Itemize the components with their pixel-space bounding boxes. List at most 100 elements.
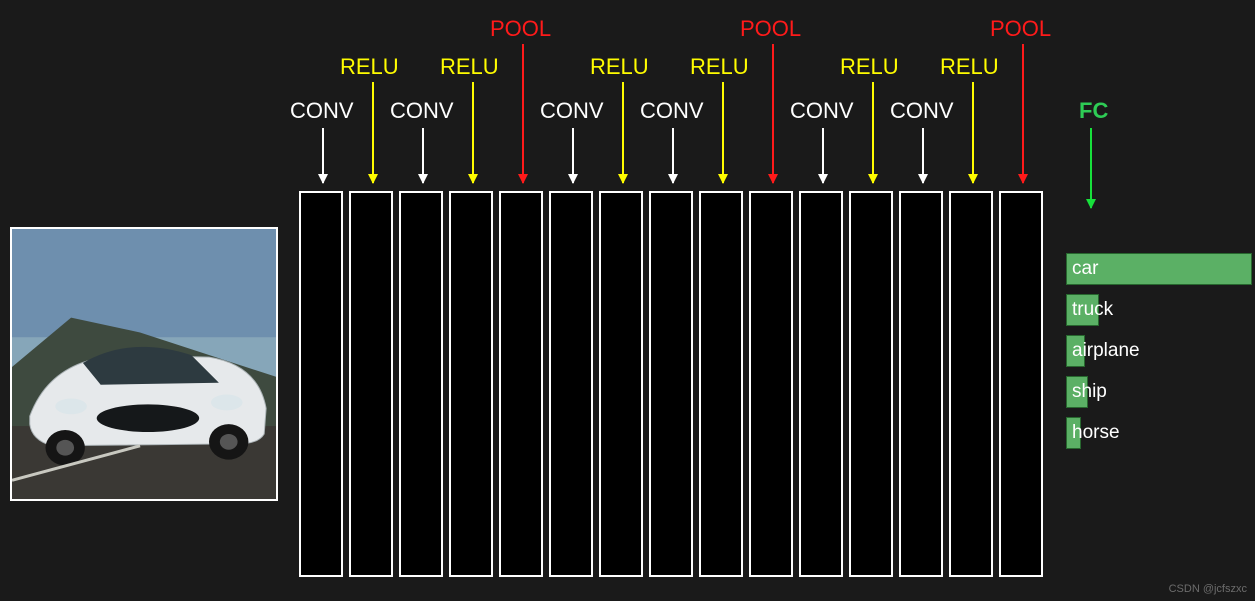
- activation-cell: [503, 385, 539, 421]
- activation-cell: [353, 385, 389, 421]
- activation-cell: [903, 499, 939, 535]
- activation-cell: [603, 537, 639, 573]
- relu-label: RELU: [940, 54, 999, 80]
- activation-cell: [753, 423, 789, 459]
- activation-cell: [803, 271, 839, 307]
- activation-cell: [1003, 461, 1039, 497]
- activation-cell: [1003, 195, 1039, 231]
- relu-arrow-icon: [872, 82, 874, 183]
- activation-column: [749, 191, 793, 577]
- relu-arrow-icon: [472, 82, 474, 183]
- activation-cell: [1003, 423, 1039, 459]
- relu-label: RELU: [690, 54, 749, 80]
- activation-column: [449, 191, 493, 577]
- conv-label: CONV: [540, 98, 604, 124]
- activation-cell: [303, 385, 339, 421]
- activation-cell: [853, 537, 889, 573]
- activation-cell: [553, 347, 589, 383]
- activation-cell: [903, 537, 939, 573]
- conv-arrow-icon: [922, 128, 924, 183]
- conv-label: CONV: [890, 98, 954, 124]
- activation-column: [649, 191, 693, 577]
- activation-cell: [753, 195, 789, 231]
- activation-cell: [853, 499, 889, 535]
- activation-cell: [703, 271, 739, 307]
- class-label: horse: [1072, 422, 1120, 444]
- activation-cell: [453, 423, 489, 459]
- activation-cell: [453, 385, 489, 421]
- activation-cell: [503, 461, 539, 497]
- activation-cell: [553, 309, 589, 345]
- class-bar-row: airplane: [1066, 335, 1252, 367]
- activation-cell: [503, 309, 539, 345]
- activation-cell: [803, 537, 839, 573]
- activation-cell: [403, 385, 439, 421]
- pool-arrow-icon: [1022, 44, 1024, 183]
- activation-cell: [553, 537, 589, 573]
- activation-cell: [303, 309, 339, 345]
- activation-cell: [553, 233, 589, 269]
- activation-cell: [953, 461, 989, 497]
- class-label: ship: [1072, 381, 1107, 403]
- activation-cell: [603, 385, 639, 421]
- class-bar-row: horse: [1066, 417, 1252, 449]
- activation-column: [849, 191, 893, 577]
- relu-arrow-icon: [372, 82, 374, 183]
- activation-cell: [303, 233, 339, 269]
- activation-cell: [703, 423, 739, 459]
- activation-cell: [653, 271, 689, 307]
- activation-cell: [403, 233, 439, 269]
- activation-cell: [803, 423, 839, 459]
- pool-label: POOL: [740, 16, 801, 42]
- activation-cell: [703, 233, 739, 269]
- activation-cell: [403, 195, 439, 231]
- activation-cell: [353, 271, 389, 307]
- relu-label: RELU: [340, 54, 399, 80]
- activation-cell: [953, 347, 989, 383]
- watermark: CSDN @jcfszxc: [1169, 583, 1247, 595]
- activation-cell: [553, 423, 589, 459]
- activation-cell: [653, 423, 689, 459]
- conv-arrow-icon: [822, 128, 824, 183]
- activation-cell: [603, 271, 639, 307]
- activation-cell: [653, 195, 689, 231]
- activation-cell: [453, 537, 489, 573]
- activation-cell: [753, 271, 789, 307]
- activation-cell: [1003, 309, 1039, 345]
- conv-arrow-icon: [572, 128, 574, 183]
- activation-cell: [603, 347, 639, 383]
- activation-cell: [1003, 385, 1039, 421]
- relu-arrow-icon: [622, 82, 624, 183]
- class-bar-row: car: [1066, 253, 1252, 285]
- activation-cell: [303, 195, 339, 231]
- relu-label: RELU: [840, 54, 899, 80]
- activation-cell: [303, 347, 339, 383]
- activation-cell: [703, 309, 739, 345]
- activation-cell: [453, 271, 489, 307]
- activation-cell: [303, 271, 339, 307]
- activation-cell: [553, 461, 589, 497]
- fc-arrow-icon: [1090, 128, 1092, 208]
- activation-cell: [603, 233, 639, 269]
- activation-cell: [653, 461, 689, 497]
- activation-column: [349, 191, 393, 577]
- activation-cell: [353, 537, 389, 573]
- relu-arrow-icon: [722, 82, 724, 183]
- activation-cell: [953, 423, 989, 459]
- pool-arrow-icon: [772, 44, 774, 183]
- activation-cell: [453, 309, 489, 345]
- conv-arrow-icon: [422, 128, 424, 183]
- activation-column: [549, 191, 593, 577]
- activation-cell: [853, 195, 889, 231]
- activation-cell: [703, 537, 739, 573]
- activation-cell: [853, 309, 889, 345]
- activation-cell: [303, 423, 339, 459]
- activation-cell: [753, 347, 789, 383]
- activation-cell: [603, 423, 639, 459]
- activation-cell: [603, 499, 639, 535]
- activation-cell: [403, 461, 439, 497]
- activation-cell: [403, 423, 439, 459]
- activation-cell: [653, 385, 689, 421]
- activation-cell: [503, 537, 539, 573]
- pool-arrow-icon: [522, 44, 524, 183]
